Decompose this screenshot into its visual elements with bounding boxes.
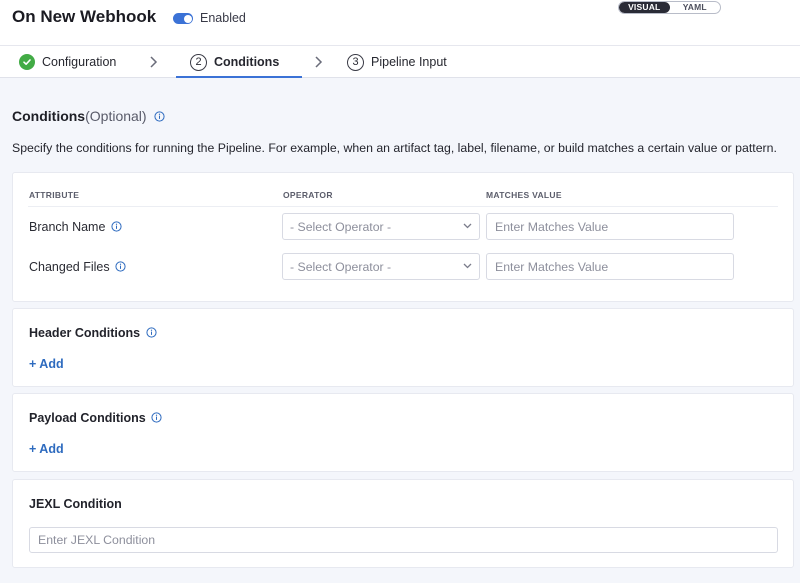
header-conditions-card: Header Conditions + Add — [12, 308, 794, 387]
header-divider — [28, 206, 778, 207]
add-payload-condition-button[interactable]: + Add — [29, 442, 64, 456]
view-switch: VISUAL YAML — [618, 1, 721, 14]
enabled-toggle[interactable] — [173, 13, 193, 24]
step-pipeline-input[interactable]: 3 Pipeline Input — [347, 46, 447, 78]
step-conditions[interactable]: 2 Conditions — [190, 46, 279, 78]
step-number: 3 — [347, 53, 364, 71]
conditions-table-card: ATTRIBUTE OPERATOR MATCHES VALUE Branch … — [12, 172, 794, 302]
step-number: 2 — [190, 53, 207, 71]
page-title: On New Webhook — [12, 7, 157, 26]
info-icon[interactable] — [154, 111, 166, 122]
toggle-knob — [183, 14, 192, 23]
chevron-right-icon — [150, 56, 158, 68]
header-conditions-title: Header Conditions — [29, 326, 157, 340]
attribute-label: Branch Name — [29, 220, 106, 234]
section-title: Conditions(Optional) — [12, 108, 166, 124]
payload-conditions-title: Payload Conditions — [29, 411, 162, 425]
info-icon[interactable] — [115, 261, 126, 272]
header: On New Webhook Enabled VISUAL YAML — [0, 0, 800, 45]
step-label: Pipeline Input — [371, 55, 447, 69]
check-icon — [19, 54, 35, 70]
jexl-condition-card: JEXL Condition Enter JEXL Condition — [12, 479, 794, 568]
column-header-operator: OPERATOR — [283, 190, 333, 200]
card-title-text: Header Conditions — [29, 326, 141, 340]
step-label: Conditions — [214, 55, 280, 69]
attribute-changed-files: Changed Files — [29, 260, 126, 274]
section-title-text: Conditions — [12, 108, 86, 124]
info-icon[interactable] — [111, 221, 122, 232]
branch-name-value-input[interactable]: Enter Matches Value — [486, 213, 734, 240]
chevron-down-icon — [463, 223, 472, 229]
card-title-text: Payload Conditions — [29, 411, 146, 425]
info-icon[interactable] — [151, 412, 162, 423]
add-header-condition-button[interactable]: + Add — [29, 357, 64, 371]
step-configuration[interactable]: Configuration — [19, 46, 116, 78]
jexl-condition-title: JEXL Condition — [29, 497, 122, 511]
changed-files-value-input[interactable]: Enter Matches Value — [486, 253, 734, 280]
visual-view-button[interactable]: VISUAL — [619, 2, 670, 13]
wizard-steps: Configuration 2 Conditions 3 Pipeline In… — [0, 45, 800, 78]
select-placeholder: - Select Operator - — [290, 260, 392, 274]
payload-conditions-card: Payload Conditions + Add — [12, 393, 794, 472]
input-placeholder: Enter Matches Value — [495, 220, 609, 234]
active-step-indicator — [176, 76, 302, 78]
input-placeholder: Enter Matches Value — [495, 260, 609, 274]
yaml-view-button[interactable]: YAML — [670, 2, 721, 13]
chevron-right-icon — [315, 56, 323, 68]
chevron-down-icon — [463, 263, 472, 269]
optional-label: (Optional) — [85, 108, 147, 124]
input-placeholder: Enter JEXL Condition — [38, 533, 156, 547]
attribute-branch-name: Branch Name — [29, 220, 122, 234]
info-icon[interactable] — [146, 327, 157, 338]
column-header-matches-value: MATCHES VALUE — [486, 190, 562, 200]
enabled-label: Enabled — [200, 11, 246, 25]
column-header-attribute: ATTRIBUTE — [29, 190, 80, 200]
section-description: Specify the conditions for running the P… — [12, 141, 777, 155]
changed-files-operator-select[interactable]: - Select Operator - — [282, 253, 480, 280]
select-placeholder: - Select Operator - — [290, 220, 392, 234]
branch-name-operator-select[interactable]: - Select Operator - — [282, 213, 480, 240]
jexl-condition-input[interactable]: Enter JEXL Condition — [29, 527, 778, 553]
step-label: Configuration — [42, 55, 117, 69]
attribute-label: Changed Files — [29, 260, 110, 274]
